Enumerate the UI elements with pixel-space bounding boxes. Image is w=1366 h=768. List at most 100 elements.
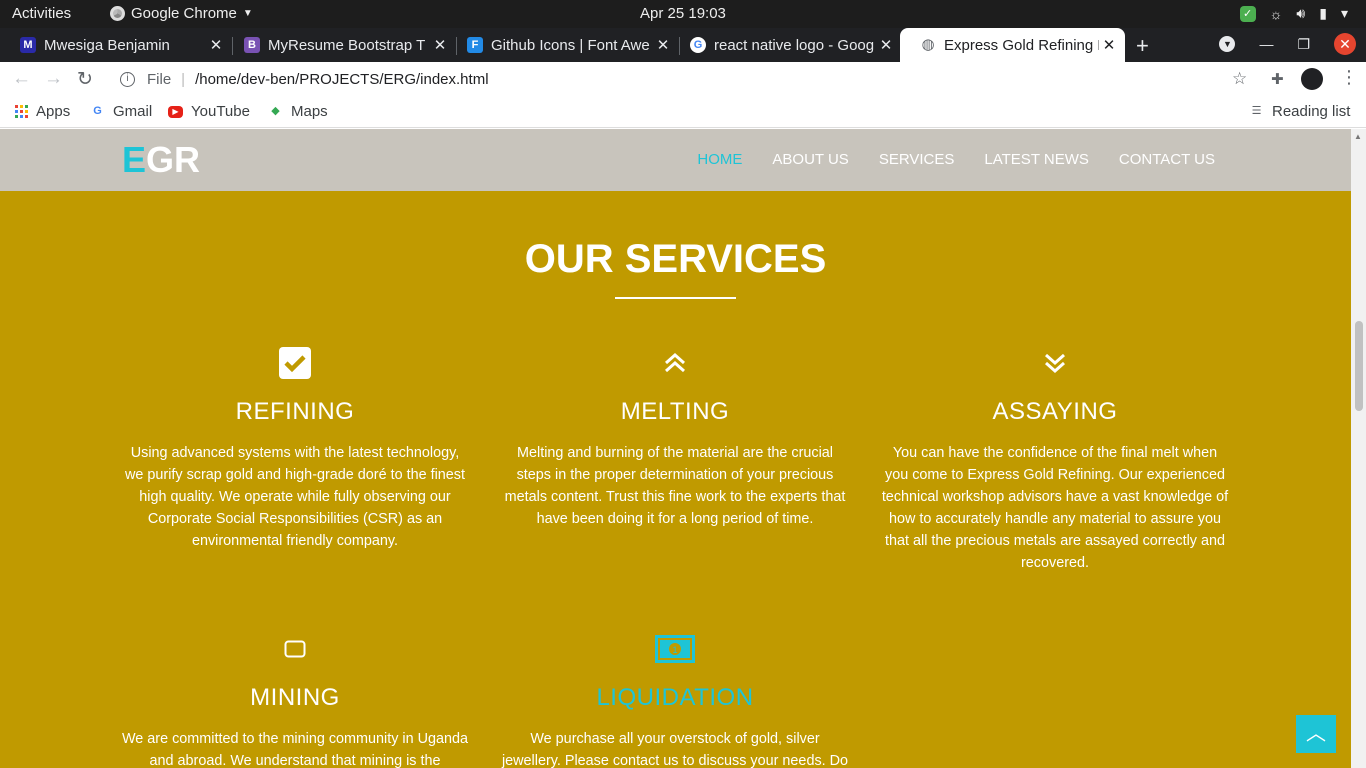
- bookmark-label: Apps: [36, 103, 71, 120]
- bookmark-apps[interactable]: Apps: [15, 103, 70, 120]
- page-viewport: EGR HOME ABOUT US SERVICES LATEST NEWS C…: [0, 129, 1351, 768]
- page-scrollbar[interactable]: ▲: [1351, 129, 1366, 768]
- extensions-puzzle-icon[interactable]: ✚: [1271, 70, 1284, 88]
- back-to-top-button[interactable]: ︿: [1296, 715, 1336, 753]
- url-text[interactable]: /home/dev-ben/PROJECTS/ERG/index.html: [195, 71, 488, 88]
- money-bill-icon: 1: [500, 632, 850, 666]
- service-assaying: ASSAYING You can have the confidence of …: [880, 346, 1230, 574]
- clock[interactable]: Apr 25 19:03: [640, 5, 726, 22]
- bookmark-label: Maps: [291, 103, 328, 120]
- bookmark-gmail[interactable]: G Gmail: [90, 103, 152, 120]
- chevron-up-icon: ︿: [1306, 723, 1326, 745]
- flag-icon: F: [467, 37, 483, 53]
- bookmark-label: YouTube: [191, 103, 250, 120]
- service-title: MELTING: [620, 398, 730, 425]
- youtube-icon: ▶: [168, 105, 183, 118]
- bootstrap-icon: B: [244, 37, 260, 53]
- tab-myresume[interactable]: B MyResume Bootstrap T ✕: [224, 28, 456, 62]
- service-liquidation: 1 LIQUIDATION We purchase all your overs…: [500, 632, 850, 768]
- logo-text: GR: [146, 139, 201, 180]
- brightness-icon: ☼: [1269, 5, 1283, 22]
- bookmark-star-icon[interactable]: ☆: [1232, 69, 1247, 89]
- double-chevron-up-icon: [500, 346, 850, 380]
- service-mining: MINING We are committed to the mining co…: [120, 632, 470, 768]
- apps-grid-icon: [15, 105, 28, 118]
- reading-list-button[interactable]: ☰ Reading list: [1249, 103, 1351, 120]
- site-nav-links: HOME ABOUT US SERVICES LATEST NEWS CONTA…: [697, 151, 1215, 168]
- new-tab-button[interactable]: +: [1136, 33, 1149, 59]
- reading-list-icon: ☰: [1251, 105, 1262, 117]
- nav-services[interactable]: SERVICES: [879, 151, 955, 168]
- service-melting: MELTING Melting and burning of the mater…: [500, 346, 850, 530]
- tab-react-native[interactable]: G react native logo - Goog ✕: [670, 28, 902, 62]
- app-menu[interactable]: Google Chrome ▼: [110, 5, 253, 22]
- tab-title: react native logo - Goog: [714, 36, 875, 54]
- tab-favicon-icon: M: [20, 37, 36, 53]
- tab-github-icons[interactable]: F Github Icons | Font Awe ✕: [447, 28, 679, 62]
- scroll-up-arrow-icon[interactable]: ▲: [1354, 132, 1362, 141]
- site-logo[interactable]: EGR: [122, 139, 200, 181]
- service-title: ASSAYING: [992, 398, 1118, 425]
- service-text: We are committed to the mining community…: [121, 731, 469, 768]
- close-icon[interactable]: ✕: [206, 36, 226, 54]
- profile-avatar[interactable]: [1301, 68, 1323, 90]
- double-chevron-down-icon: [880, 346, 1230, 380]
- square-icon: [120, 632, 470, 666]
- system-tray[interactable]: ✓ ☼ 🔊︎ ▮ ▾: [1239, 5, 1348, 22]
- tab-mwesiga[interactable]: M Mwesiga Benjamin ✕: [0, 28, 232, 62]
- forward-arrow-icon[interactable]: →: [44, 68, 63, 90]
- google-icon: G: [93, 105, 102, 117]
- service-title: REFINING: [235, 398, 355, 425]
- bookmark-label: Gmail: [113, 103, 153, 120]
- window-close-icon[interactable]: ✕: [1334, 33, 1356, 55]
- service-refining: REFINING Using advanced systems with the…: [120, 346, 470, 552]
- caret-down-icon: ▼: [242, 8, 253, 19]
- url-scheme: File: [147, 70, 172, 88]
- window-controls: ▼ — ❐ ✕: [1219, 33, 1356, 55]
- reload-icon[interactable]: ↻: [77, 68, 93, 91]
- tab-express-gold[interactable]: ◍ Express Gold Refining L ✕: [900, 28, 1125, 62]
- service-text: Using advanced systems with the latest t…: [125, 445, 465, 549]
- svg-text:1: 1: [672, 645, 677, 655]
- service-text: You can have the confidence of the final…: [881, 445, 1229, 571]
- tab-title: MyResume Bootstrap T: [268, 36, 426, 54]
- nav-latest-news[interactable]: LATEST NEWS: [984, 151, 1088, 168]
- activities-button[interactable]: Activities: [12, 5, 71, 22]
- bookmarks-bar: Apps G Gmail ▶ YouTube ◆ Maps ☰ Reading …: [0, 96, 1366, 128]
- scrollbar-thumb[interactable]: [1355, 321, 1363, 411]
- bookmark-youtube[interactable]: ▶ YouTube: [168, 103, 250, 120]
- address-bar[interactable]: i File | /home/dev-ben/PROJECTS/ERG/inde…: [106, 64, 1256, 94]
- minimize-icon[interactable]: —: [1259, 36, 1273, 52]
- maximize-icon[interactable]: ❐: [1297, 36, 1310, 53]
- service-text: Melting and burning of the material are …: [504, 445, 846, 527]
- tab-search-icon[interactable]: ▼: [1219, 36, 1236, 52]
- nav-home[interactable]: HOME: [697, 151, 742, 168]
- service-text: We purchase all your overstock of gold, …: [501, 731, 849, 768]
- maps-icon: ◆: [271, 105, 280, 117]
- tab-title: Mwesiga Benjamin: [44, 36, 170, 54]
- chrome-icon: [110, 6, 125, 21]
- url-divider: |: [181, 70, 186, 88]
- battery-icon: ▮: [1319, 5, 1327, 21]
- system-top-bar: Activities Google Chrome ▼ Apr 25 19:03 …: [0, 0, 1366, 28]
- checkbox-icon: [120, 346, 470, 380]
- shield-icon[interactable]: ✓: [1239, 5, 1256, 22]
- browser-toolbar: ← → ↻ i File | /home/dev-ben/PROJECTS/ER…: [0, 62, 1366, 96]
- site-navbar: EGR HOME ABOUT US SERVICES LATEST NEWS C…: [0, 129, 1351, 191]
- bookmark-maps[interactable]: ◆ Maps: [268, 103, 328, 120]
- app-menu-label: Google Chrome: [131, 5, 237, 22]
- globe-icon: ◍: [921, 36, 935, 53]
- tray-menu-icon: ▾: [1340, 5, 1348, 21]
- more-menu-icon[interactable]: ⋮: [1340, 67, 1358, 88]
- service-title: MINING: [250, 684, 340, 711]
- reading-list-label: Reading list: [1272, 103, 1351, 120]
- close-icon[interactable]: ✕: [876, 36, 896, 54]
- section-title: OUR SERVICES: [524, 237, 827, 281]
- info-icon[interactable]: i: [120, 71, 135, 87]
- close-icon[interactable]: ✕: [1099, 36, 1119, 54]
- google-icon: G: [690, 37, 706, 53]
- tab-title: Express Gold Refining L: [944, 36, 1099, 54]
- nav-contact-us[interactable]: CONTACT US: [1119, 151, 1215, 168]
- back-arrow-icon[interactable]: ←: [12, 68, 31, 90]
- nav-about-us[interactable]: ABOUT US: [772, 151, 848, 168]
